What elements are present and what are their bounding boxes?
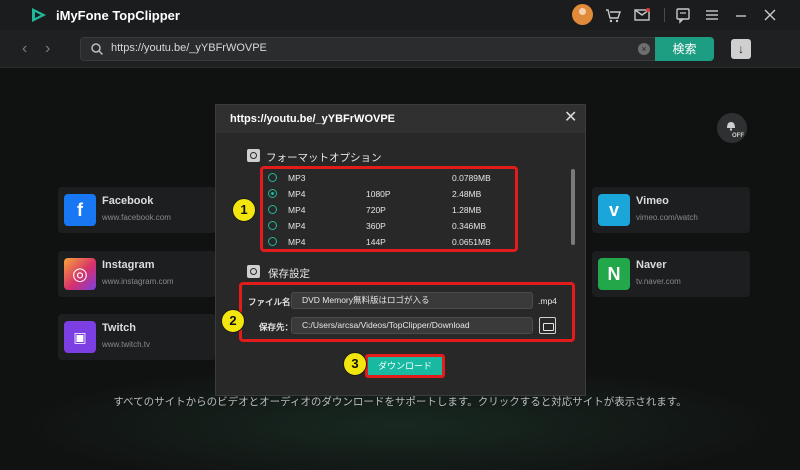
site-name: Facebook <box>102 195 154 207</box>
supported-sites-text: すべてのサイトからのビデオとオーディオのダウンロードをサポートします。クリックす… <box>113 396 687 408</box>
forward-arrow-icon[interactable]: › <box>45 40 50 58</box>
format-option-row[interactable]: MP4 360P 0.346MB <box>263 218 515 234</box>
site-card-twitch[interactable]: ▣ Twitch www.twitch.tv <box>58 314 216 360</box>
format-size: 2.48MB <box>452 189 482 199</box>
search-icon <box>91 43 104 56</box>
site-url: www.facebook.com <box>102 213 171 222</box>
site-url: www.instagram.com <box>102 277 174 286</box>
naver-logo-icon: N <box>598 258 630 290</box>
site-card-facebook[interactable]: f Facebook www.facebook.com <box>58 187 216 233</box>
savepath-label: 保存先： <box>259 322 294 332</box>
format-option-row[interactable]: MP4 1080P 2.48MB <box>263 186 515 202</box>
format-size: 0.0651MB <box>452 237 491 247</box>
format-type: MP4 <box>288 189 306 199</box>
toolbar-separator <box>664 8 665 22</box>
format-type: MP3 <box>288 173 306 183</box>
format-radio[interactable] <box>268 205 277 214</box>
mail-icon[interactable] <box>633 6 651 24</box>
format-list-scrollbar[interactable] <box>571 169 575 245</box>
step-badge-3: 3 <box>343 352 367 376</box>
minimize-icon[interactable] <box>732 6 750 24</box>
scrollbar-thumb[interactable] <box>571 169 575 245</box>
format-type: MP4 <box>288 237 306 247</box>
format-settings-icon <box>247 149 260 162</box>
clear-url-icon[interactable]: × <box>638 43 650 55</box>
format-option-row[interactable]: MP4 144P 0.0651MB <box>263 234 515 250</box>
site-card-vimeo[interactable]: v Vimeo vimeo.com/watch <box>592 187 750 233</box>
format-resolution: 360P <box>366 221 386 231</box>
dialog-title: https://youtu.be/_yYBFrWOVPE <box>230 113 396 125</box>
user-avatar[interactable] <box>572 4 593 25</box>
format-size: 0.346MB <box>452 221 487 231</box>
site-card-naver[interactable]: N Naver tv.naver.com <box>592 251 750 297</box>
toggle-state-label: OFF <box>732 133 744 139</box>
address-toolbar: ‹ › https://youtu.be/_yYBFrWOVPE × 検索 <box>0 30 800 68</box>
bell-icon <box>727 122 735 131</box>
format-resolution: 144P <box>366 237 386 247</box>
savepath-input[interactable]: C:/Users/arcsa/Videos/TopClipper/Downloa… <box>291 317 533 334</box>
dialog-close-icon[interactable]: ✕ <box>564 110 577 126</box>
facebook-logo-icon: f <box>64 194 96 226</box>
format-option-row[interactable]: MP4 720P 1.28MB <box>263 202 515 218</box>
format-radio[interactable] <box>268 221 277 230</box>
format-option-row[interactable]: MP3 0.0789MB <box>263 170 515 186</box>
site-name: Naver <box>636 259 667 271</box>
site-name: Vimeo <box>636 195 669 207</box>
format-options-list: MP3 0.0789MB MP4 1080P 2.48MB MP4 720P 1… <box>260 166 518 252</box>
filename-input[interactable]: DVD Memory無料版はロゴが入る <box>291 292 533 309</box>
format-size: 0.0789MB <box>452 173 491 183</box>
save-settings-box: ファイル名： DVD Memory無料版はロゴが入る .mp4 保存先： C:/… <box>239 282 575 342</box>
feedback-icon[interactable] <box>674 6 692 24</box>
site-url: tv.naver.com <box>636 277 681 286</box>
vimeo-logo-icon: v <box>598 194 630 226</box>
twitch-logo-icon: ▣ <box>64 321 96 353</box>
format-type: MP4 <box>288 221 306 231</box>
download-manager-icon[interactable] <box>731 39 751 59</box>
site-name: Instagram <box>102 259 155 271</box>
format-type: MP4 <box>288 205 306 215</box>
format-size: 1.28MB <box>452 205 482 215</box>
format-resolution: 720P <box>366 205 386 215</box>
site-url: www.twitch.tv <box>102 340 151 349</box>
cart-icon[interactable] <box>604 6 622 24</box>
site-card-instagram[interactable]: ◎ Instagram www.instagram.com <box>58 251 216 297</box>
dialog-header: https://youtu.be/_yYBFrWOVPE ✕ <box>216 105 585 133</box>
format-radio[interactable] <box>268 173 277 182</box>
save-section-label: 保存設定 <box>268 268 310 280</box>
url-text: https://youtu.be/_yYBFrWOVPE <box>111 42 267 54</box>
site-url: vimeo.com/watch <box>636 213 698 222</box>
download-button[interactable]: ダウンロード <box>365 354 445 378</box>
title-bar: iMyFone TopClipper <box>0 0 800 30</box>
folder-browse-icon[interactable] <box>539 317 556 334</box>
app-logo-icon <box>32 8 46 22</box>
save-settings-icon <box>247 265 260 278</box>
format-resolution: 1080P <box>366 189 391 199</box>
back-arrow-icon[interactable]: ‹ <box>22 40 27 58</box>
site-name: Twitch <box>102 322 137 334</box>
format-radio-selected[interactable] <box>268 189 277 198</box>
close-icon[interactable] <box>761 6 779 24</box>
step-badge-1: 1 <box>232 198 256 222</box>
format-section-label: フォーマットオプション <box>266 152 382 164</box>
format-radio[interactable] <box>268 237 277 246</box>
search-button[interactable]: 検索 <box>655 37 714 61</box>
menu-icon[interactable] <box>703 6 721 24</box>
step-badge-2: 2 <box>221 309 245 333</box>
url-input[interactable]: https://youtu.be/_yYBFrWOVPE × <box>80 37 658 61</box>
app-title: iMyFone TopClipper <box>56 8 180 23</box>
ad-block-toggle[interactable]: OFF <box>717 113 747 143</box>
file-extension-label: .mp4 <box>538 296 557 306</box>
instagram-logo-icon: ◎ <box>64 258 96 290</box>
